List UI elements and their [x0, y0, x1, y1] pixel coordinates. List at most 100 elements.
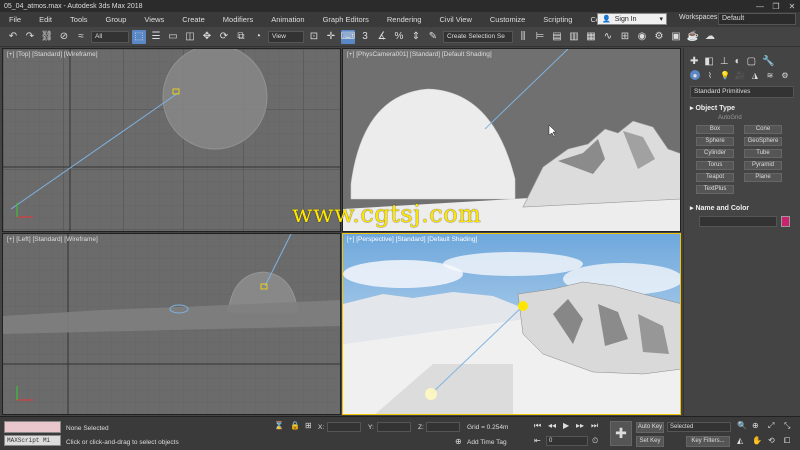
geometry-icon[interactable]: ●	[690, 70, 700, 80]
select-object-icon[interactable]: ⬚	[132, 29, 146, 44]
add-time-tag-button[interactable]: Add Time Tag	[467, 439, 507, 446]
zoom-extents-all-icon[interactable]: ⤡	[784, 421, 790, 431]
key-filters-button[interactable]: Key Filters...	[686, 436, 730, 447]
redo-icon[interactable]: ↷	[23, 30, 37, 44]
pyramid-button[interactable]: Pyramid	[744, 161, 782, 170]
field-of-view-icon[interactable]: ◭	[737, 436, 743, 445]
menu-views[interactable]: Views	[135, 15, 173, 24]
menu-tools[interactable]: Tools	[61, 15, 97, 24]
zoom-extents-icon[interactable]: ⤢	[768, 421, 774, 431]
maximize-viewport-icon[interactable]: ⧠	[784, 436, 790, 446]
menu-file[interactable]: File	[0, 15, 30, 24]
z-coord-input[interactable]	[426, 422, 460, 432]
schematic-view-icon[interactable]: ⊞	[618, 30, 632, 44]
create-tab-icon[interactable]: ✚	[690, 56, 698, 67]
menu-animation[interactable]: Animation	[262, 15, 313, 24]
material-editor-icon[interactable]: ◉	[635, 30, 649, 44]
maxscript-listener-input[interactable]	[4, 421, 61, 433]
orbit-icon[interactable]: ⟲	[768, 436, 775, 445]
close-button[interactable]: ✕	[784, 2, 800, 11]
time-configuration-icon[interactable]: ⏲	[592, 436, 598, 446]
rotate-icon[interactable]: ⟳	[217, 30, 231, 44]
menu-modifiers[interactable]: Modifiers	[214, 15, 262, 24]
x-coord-input[interactable]	[327, 422, 361, 432]
helpers-icon[interactable]: ◮	[750, 70, 760, 80]
render-production-icon[interactable]: ☕	[686, 30, 700, 44]
zoom-all-icon[interactable]: ⊕	[752, 421, 759, 430]
torus-button[interactable]: Torus	[696, 161, 734, 170]
menu-civil-view[interactable]: Civil View	[430, 15, 480, 24]
shapes-icon[interactable]: ⌇	[705, 70, 715, 80]
viewport-perspective-label[interactable]: [+] [Perspective] [Standard] [Default Sh…	[347, 236, 477, 243]
current-frame-input[interactable]: 0	[546, 436, 588, 446]
keyboard-shortcut-override-icon[interactable]: ⌨	[341, 29, 355, 44]
cone-button[interactable]: Cone	[744, 125, 782, 134]
object-type-title[interactable]: ▸ Object Type	[688, 104, 796, 112]
toggle-scene-explorer-icon[interactable]: ▤	[550, 30, 564, 44]
go-to-start-icon[interactable]: ⏮	[534, 421, 541, 431]
layer-explorer-icon[interactable]: ▥	[567, 30, 581, 44]
window-crossing-icon[interactable]: ◫	[183, 30, 197, 44]
object-color-swatch[interactable]	[781, 216, 790, 227]
systems-icon[interactable]: ⚙	[780, 70, 790, 80]
workspaces-select[interactable]: Default	[718, 13, 796, 25]
sign-in-button[interactable]: 👤 Sign In ▾	[597, 13, 667, 25]
maximize-button[interactable]: ❐	[768, 2, 784, 11]
select-by-name-icon[interactable]: ☰	[149, 30, 163, 44]
hierarchy-tab-icon[interactable]: ⊥	[720, 56, 729, 67]
lights-icon[interactable]: 💡	[720, 70, 730, 80]
modify-tab-icon[interactable]: ◧	[704, 56, 713, 67]
set-key-button[interactable]: Set Key	[636, 436, 664, 447]
viewport-top[interactable]: [+] [Top] [Standard] [Wireframe]	[2, 48, 341, 232]
go-to-end-icon[interactable]: ⏭	[591, 421, 598, 431]
named-selection-set-select[interactable]: Create Selection Se	[443, 30, 513, 43]
link-icon[interactable]: ⛓	[40, 30, 54, 44]
spinner-snap-icon[interactable]: ⇕	[409, 30, 423, 44]
cameras-icon[interactable]: 🎥	[735, 70, 745, 80]
maxscript-mini-listener[interactable]: MAXScript Mi	[4, 435, 61, 446]
menu-create[interactable]: Create	[173, 15, 214, 24]
textplus-button[interactable]: TextPlus	[696, 185, 734, 194]
zoom-icon[interactable]: 🔍	[737, 421, 747, 430]
primitive-category-select[interactable]: Standard Primitives	[690, 86, 794, 98]
select-and-manipulate-icon[interactable]: ✛	[324, 30, 338, 44]
menu-scripting[interactable]: Scripting	[534, 15, 581, 24]
tube-button[interactable]: Tube	[744, 149, 782, 158]
geosphere-button[interactable]: GeoSphere	[744, 137, 782, 146]
menu-graph-editors[interactable]: Graph Editors	[314, 15, 378, 24]
isolate-selection-icon[interactable]: ⌛	[274, 421, 284, 430]
selection-filter-select[interactable]: All	[91, 30, 129, 43]
bind-space-warp-icon[interactable]: ≈	[74, 30, 88, 44]
viewport-top-label[interactable]: [+] [Top] [Standard] [Wireframe]	[7, 51, 98, 58]
unlink-icon[interactable]: ⊘	[57, 30, 71, 44]
viewport-camera-label[interactable]: [+] [PhysCamera001] [Standard] [Default …	[347, 51, 492, 58]
menu-edit[interactable]: Edit	[30, 15, 61, 24]
name-color-title[interactable]: ▸ Name and Color	[688, 204, 796, 212]
viewport-left-label[interactable]: [+] [Left] [Standard] [Wireframe]	[7, 236, 98, 243]
cylinder-button[interactable]: Cylinder	[696, 149, 734, 158]
box-button[interactable]: Box	[696, 125, 734, 134]
object-name-input[interactable]	[699, 216, 777, 227]
snaps-toggle-icon[interactable]: 3	[358, 30, 372, 44]
minimize-button[interactable]: —	[752, 2, 768, 11]
placement-icon[interactable]: ◔	[251, 30, 265, 44]
utilities-tab-icon[interactable]: 🔧	[762, 56, 774, 67]
space-warps-icon[interactable]: ≋	[765, 70, 775, 80]
teapot-button[interactable]: Teapot	[696, 173, 734, 182]
reference-coordinate-select[interactable]: View	[268, 30, 304, 43]
angle-snap-icon[interactable]: ∡	[375, 30, 389, 44]
set-key-big-icon[interactable]: ✚	[610, 421, 632, 446]
undo-icon[interactable]: ↶	[6, 30, 20, 44]
key-mode-toggle-icon[interactable]: ⇤	[534, 436, 541, 445]
viewport-left[interactable]: [+] [Left] [Standard] [Wireframe]	[2, 233, 341, 415]
ribbon-icon[interactable]: ▦	[584, 30, 598, 44]
pivot-center-icon[interactable]: ⊡	[307, 30, 321, 44]
play-icon[interactable]: ▶	[563, 421, 569, 430]
selection-lock-icon[interactable]: 🔒	[290, 421, 300, 430]
display-tab-icon[interactable]: ▢	[747, 56, 756, 67]
plane-button[interactable]: Plane	[744, 173, 782, 182]
mirror-icon[interactable]: ⫼	[516, 30, 530, 44]
sphere-button[interactable]: Sphere	[696, 137, 734, 146]
percent-snap-icon[interactable]: %	[392, 30, 406, 44]
previous-frame-icon[interactable]: ◂◂	[548, 421, 556, 430]
